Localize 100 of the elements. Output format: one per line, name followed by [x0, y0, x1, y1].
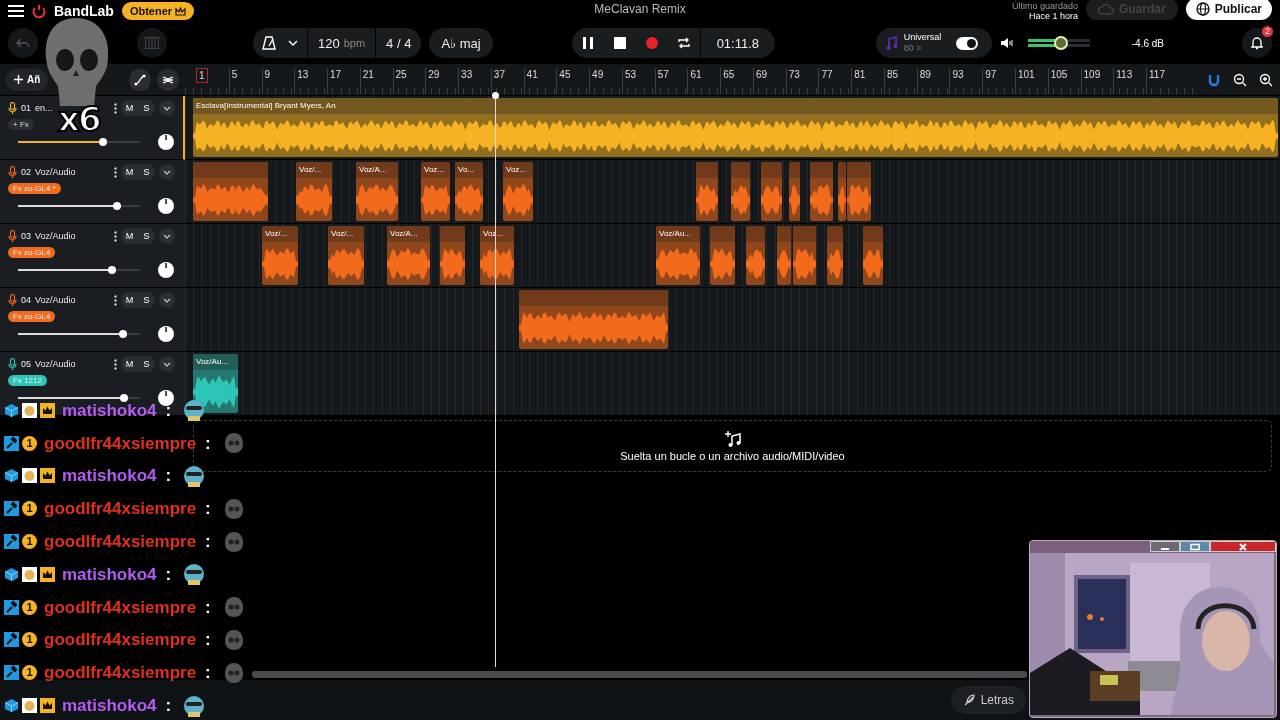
solo-button[interactable]: S — [138, 100, 155, 116]
lyrics-button[interactable]: Letras — [950, 686, 1026, 714]
audio-clip[interactable] — [838, 162, 846, 221]
music-note-icon — [885, 36, 898, 50]
more-icon[interactable] — [114, 230, 117, 242]
volume-handle[interactable] — [120, 394, 129, 402]
mute-button[interactable]: M — [121, 292, 138, 308]
expand-button[interactable] — [159, 100, 175, 116]
audio-clip[interactable] — [193, 162, 268, 221]
add-track-button[interactable]: Añ — [6, 68, 49, 91]
audio-clip[interactable]: Voz/... — [262, 226, 298, 285]
more-icon[interactable] — [114, 358, 117, 370]
audio-clip[interactable] — [793, 226, 816, 285]
volume-track[interactable] — [1027, 39, 1090, 47]
expand-button[interactable] — [159, 164, 175, 180]
track-name[interactable]: Voz/Audio — [35, 231, 76, 241]
audio-clip[interactable] — [746, 226, 765, 285]
audio-clip[interactable]: Voz/Au... — [656, 226, 700, 285]
solo-button[interactable]: S — [138, 228, 155, 244]
solo-button[interactable]: S — [138, 164, 155, 180]
volume-handle[interactable] — [1053, 36, 1068, 50]
audio-clip[interactable]: Voz/A... — [387, 226, 430, 285]
audio-clip[interactable] — [863, 226, 883, 285]
volume-handle[interactable] — [107, 266, 116, 274]
collapse-button[interactable] — [157, 68, 179, 91]
more-icon[interactable] — [114, 102, 117, 114]
audio-clip[interactable]: Voz/A... — [356, 162, 398, 221]
track-header[interactable]: 03 Voz/Audio M S Fx zo-GL4 — [0, 224, 185, 288]
effects-chip[interactable]: + Fx — [8, 119, 34, 130]
pan-knob[interactable] — [157, 197, 175, 215]
menu-icon[interactable] — [8, 4, 24, 18]
bar-number: 53 — [621, 68, 638, 94]
automation-button[interactable] — [129, 68, 151, 91]
speaker-icon[interactable] — [999, 37, 1014, 49]
track-name[interactable]: en... — [35, 103, 53, 113]
track-name[interactable]: Voz/Audio — [35, 167, 76, 177]
audio-clip[interactable]: Voz/... — [328, 226, 364, 285]
audio-clip[interactable]: Voz/Au... — [193, 354, 238, 413]
track-name[interactable]: Voz/Audio — [35, 295, 76, 305]
expand-button[interactable] — [159, 356, 175, 372]
pan-knob[interactable] — [157, 325, 175, 343]
audio-clip[interactable]: Vo... — [455, 162, 483, 221]
expand-button[interactable] — [159, 292, 175, 308]
track-header[interactable]: 02 Voz/Audio M S Fx zo-GL4 * — [0, 160, 185, 224]
chat-username: goodlfr44xsiempre — [44, 664, 197, 682]
pan-knob[interactable] — [157, 133, 175, 151]
expand-button[interactable] — [159, 228, 175, 244]
track-header[interactable]: 04 Voz/Audio M S Fx zo-GL4 — [0, 288, 185, 352]
audio-clip[interactable]: Voz... — [503, 162, 533, 221]
pan-knob[interactable] — [157, 261, 175, 279]
audio-clip[interactable] — [827, 226, 843, 285]
scrollbar[interactable] — [252, 671, 1027, 678]
audio-clip[interactable] — [519, 290, 668, 349]
volume-handle[interactable] — [99, 138, 108, 146]
chevron-icon — [163, 297, 171, 303]
track-name[interactable]: Voz/Audio — [35, 359, 76, 369]
solo-button[interactable]: S — [138, 356, 155, 372]
audio-clip[interactable] — [789, 162, 800, 221]
upgrade-button[interactable]: Obtener — [121, 2, 195, 20]
mute-button[interactable]: M — [121, 356, 138, 372]
solo-button[interactable]: S — [138, 292, 155, 308]
bar-number: 101 — [1015, 68, 1037, 94]
piano-keys-icon — [145, 37, 159, 49]
music-add-icon — [723, 430, 742, 448]
audio-clip[interactable]: Voz/... — [296, 162, 332, 221]
audio-clip[interactable] — [731, 162, 750, 221]
audio-clip[interactable] — [440, 226, 465, 285]
toggle-switch[interactable] — [955, 36, 978, 50]
tempo-value[interactable]: 120 — [318, 35, 340, 51]
clip-label: Vo... — [458, 165, 474, 174]
publish-button[interactable]: Publicar — [1185, 0, 1272, 20]
mute-button[interactable]: M — [121, 100, 138, 116]
close-icon — [1236, 542, 1250, 551]
time-signature[interactable]: 4 / 4 — [386, 35, 412, 51]
preset-selector[interactable]: Universal 80 > — [875, 28, 992, 58]
volume-handle[interactable] — [118, 330, 127, 338]
more-icon[interactable] — [114, 294, 117, 306]
audio-clip[interactable]: Esclava[Instrumental] Bryant Myers, An — [193, 98, 1278, 157]
audio-clip[interactable] — [777, 226, 791, 285]
maximize-button[interactable] — [1180, 541, 1210, 552]
level-badge: 1 — [22, 632, 37, 648]
magnet-icon — [1207, 72, 1221, 87]
audio-clip[interactable] — [847, 162, 871, 221]
pan-knob[interactable] — [157, 389, 175, 407]
audio-clip[interactable] — [810, 162, 833, 221]
audio-clip[interactable] — [696, 162, 718, 221]
minimize-button[interactable] — [1150, 541, 1180, 552]
audio-clip[interactable]: Voz... — [421, 162, 450, 221]
audio-clip[interactable] — [761, 162, 782, 221]
volume-handle[interactable] — [112, 202, 121, 210]
mute-button[interactable]: M — [121, 228, 138, 244]
mute-button[interactable]: M — [121, 164, 138, 180]
caret-icon — [288, 40, 298, 46]
bar-number: 21 — [359, 68, 376, 94]
close-button[interactable] — [1210, 541, 1276, 552]
more-icon[interactable] — [114, 166, 117, 178]
bar-number: 77 — [818, 68, 835, 94]
notifications-button[interactable]: 2 — [1242, 28, 1272, 58]
chevron-icon — [163, 169, 171, 175]
audio-clip[interactable] — [710, 226, 735, 285]
